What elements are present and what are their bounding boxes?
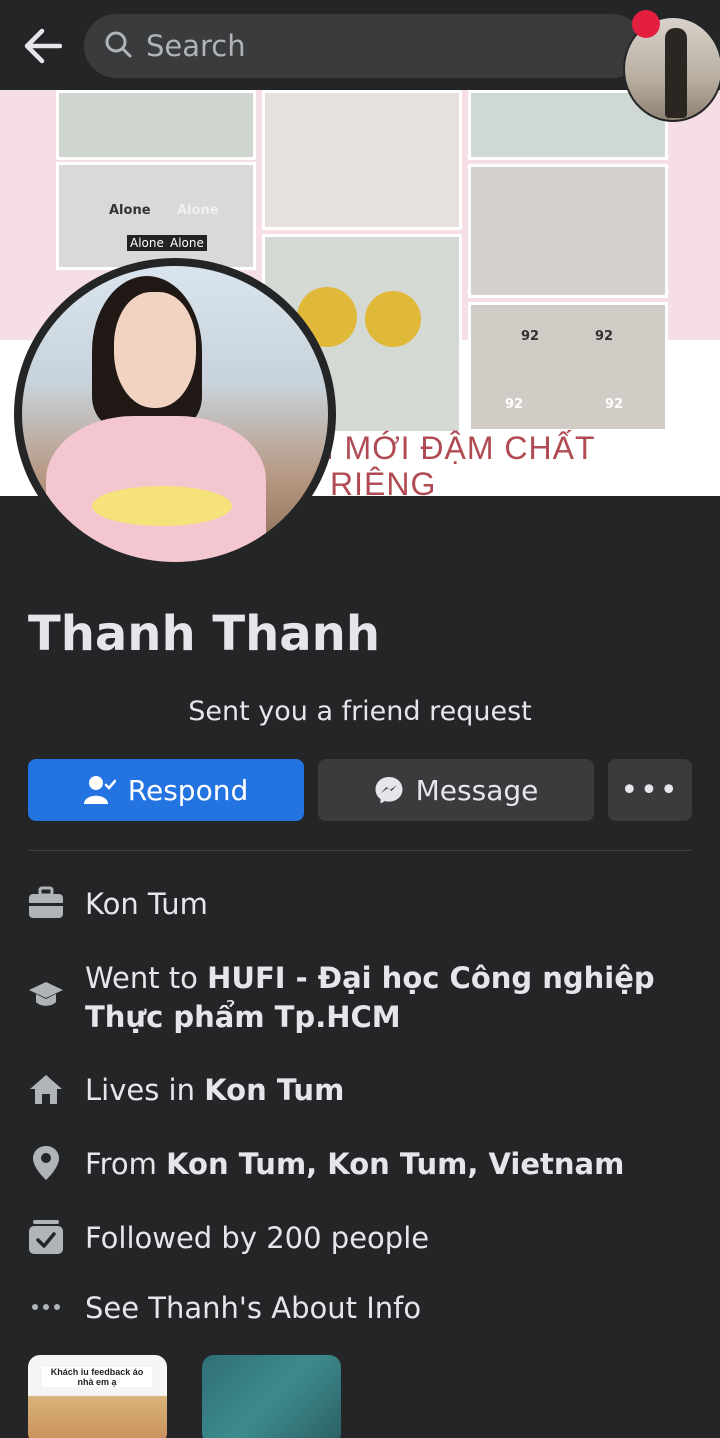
back-arrow-icon[interactable] bbox=[18, 22, 66, 70]
messenger-icon bbox=[374, 775, 404, 805]
thumbnail-caption: Khách iu feedback áo nhà em ạ bbox=[42, 1367, 152, 1387]
cover-panel-label: Alone bbox=[167, 235, 207, 251]
info-about[interactable]: See Thanh's About Info bbox=[28, 1289, 692, 1328]
avatar-figure bbox=[665, 28, 687, 118]
from-text: From Kon Tum, Kon Tum, Vietnam bbox=[85, 1145, 624, 1184]
profile-picture[interactable] bbox=[14, 258, 336, 570]
cover-panel-label: 92 bbox=[595, 329, 614, 344]
photo-cake bbox=[92, 486, 232, 526]
from-place[interactable]: Kon Tum, Kon Tum, Vietnam bbox=[166, 1147, 624, 1181]
cover-panel-label: 92 bbox=[505, 397, 524, 412]
search-icon bbox=[104, 30, 132, 62]
briefcase-icon bbox=[28, 885, 64, 921]
info-followers: Followed by 200 people bbox=[28, 1219, 692, 1258]
lives-place[interactable]: Kon Tum bbox=[204, 1073, 344, 1107]
cover-panel-label: Alone bbox=[127, 235, 167, 251]
search-input[interactable]: Search bbox=[84, 14, 644, 78]
education-prefix: Went to bbox=[85, 961, 208, 995]
respond-label: Respond bbox=[127, 773, 249, 807]
message-button[interactable]: Message bbox=[318, 759, 594, 821]
info-from: From Kon Tum, Kon Tum, Vietnam bbox=[28, 1145, 692, 1184]
notification-badge bbox=[632, 10, 660, 38]
work-text: Kon Tum bbox=[85, 887, 208, 921]
cover-panel bbox=[262, 90, 462, 230]
divider bbox=[28, 850, 692, 851]
info-lives: Lives in Kon Tum bbox=[28, 1071, 692, 1110]
top-bar: Search bbox=[0, 0, 720, 90]
respond-button[interactable]: Respond bbox=[28, 759, 304, 821]
photo-face bbox=[114, 292, 196, 408]
home-icon bbox=[28, 1071, 64, 1107]
about-info-link[interactable]: See Thanh's About Info bbox=[85, 1289, 421, 1328]
education-text: Went to HUFI - Đại học Công nghiệp Thực … bbox=[85, 959, 692, 1037]
followers-text: Followed by 200 people bbox=[85, 1221, 430, 1255]
profile-name: Thanh Thanh bbox=[28, 606, 381, 662]
featured-thumbnail[interactable]: Khách iu feedback áo nhà em ạ bbox=[28, 1355, 167, 1438]
cover-panel-label: Alone bbox=[109, 203, 151, 218]
lives-prefix: Lives in bbox=[85, 1073, 205, 1107]
lives-text: Lives in Kon Tum bbox=[85, 1071, 344, 1110]
info-education: Went to HUFI - Đại học Công nghiệp Thực … bbox=[28, 959, 692, 1037]
cover-promo-text: M MỚI ĐẬM CHẤT bbox=[307, 430, 596, 466]
cover-panel-label: 92 bbox=[605, 397, 624, 412]
cover-panel-label: 92 bbox=[521, 329, 540, 344]
profile-photo bbox=[22, 266, 328, 562]
cover-promo-text: RIÊNG bbox=[330, 466, 437, 496]
search-placeholder: Search bbox=[146, 29, 246, 63]
cover-panel bbox=[56, 90, 256, 160]
smiley-print bbox=[365, 291, 421, 347]
person-check-icon bbox=[83, 775, 116, 805]
location-pin-icon bbox=[28, 1145, 64, 1181]
message-label: Message bbox=[415, 773, 539, 807]
more-options-button[interactable]: ••• bbox=[608, 759, 692, 821]
cover-panel-label: Alone bbox=[177, 203, 219, 218]
friend-request-status: Sent you a friend request bbox=[188, 696, 532, 727]
followers-check-icon bbox=[28, 1219, 64, 1255]
cover-panel bbox=[468, 164, 668, 298]
cover-panel: 92 92 92 92 bbox=[468, 302, 668, 432]
more-dots-icon: ••• bbox=[620, 772, 680, 808]
graduation-cap-icon bbox=[28, 977, 64, 1013]
featured-thumbnail[interactable] bbox=[202, 1355, 341, 1438]
cover-panel: Alone Alone Alone Alone bbox=[56, 162, 256, 270]
info-work: Kon Tum bbox=[28, 885, 692, 924]
more-horizontal-icon bbox=[28, 1289, 64, 1325]
from-prefix: From bbox=[85, 1147, 167, 1181]
